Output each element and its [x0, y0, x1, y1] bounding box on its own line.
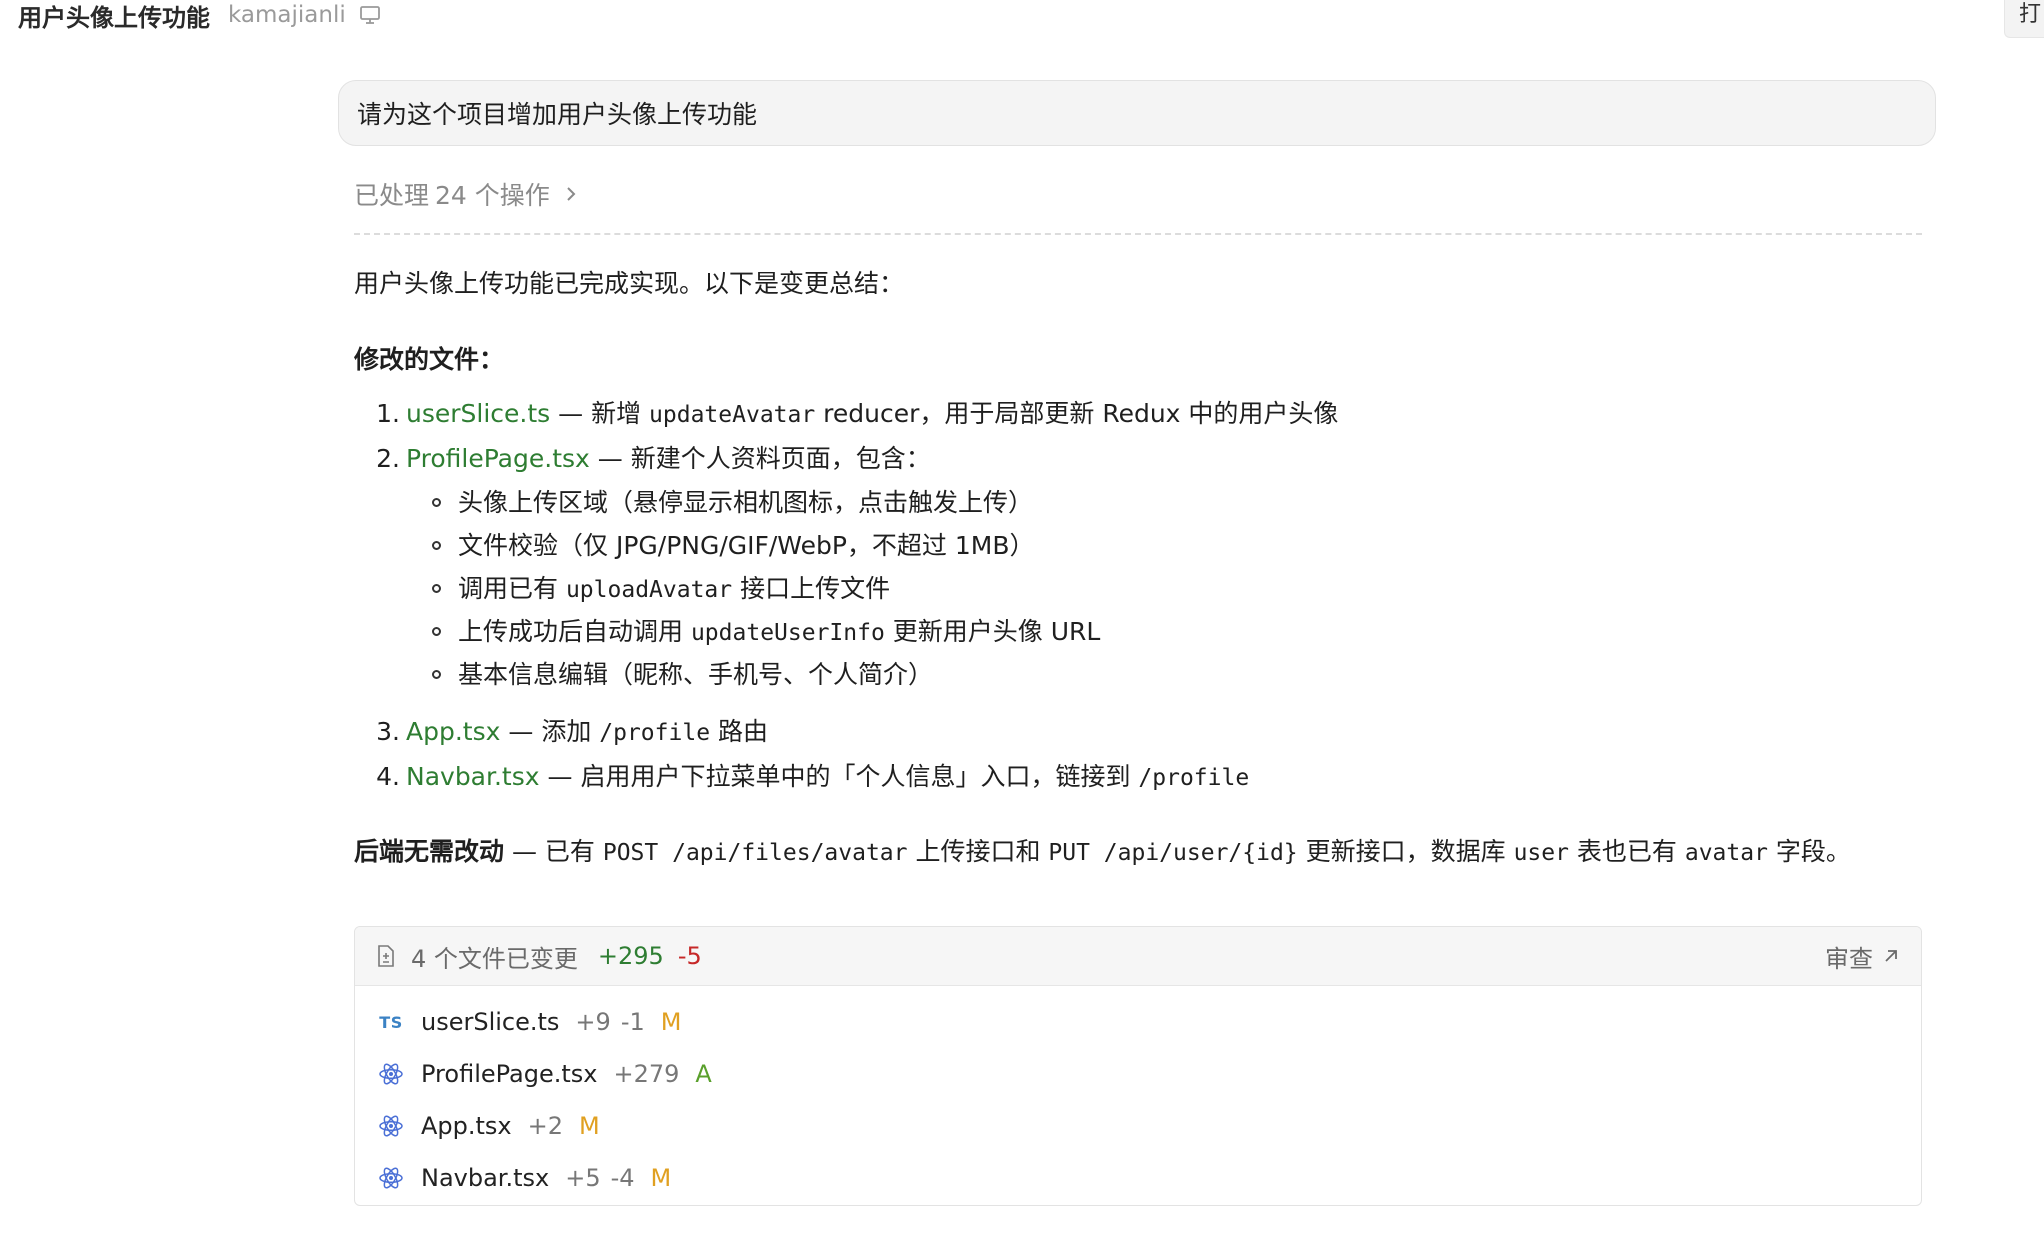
- file-deletions: -4: [610, 1164, 635, 1192]
- backend-text: 字段。: [1767, 837, 1851, 866]
- changed-file-row[interactable]: TS userSlice.ts +9 -1 M: [355, 996, 1921, 1048]
- sub-list-item: 调用已有 uploadAvatar 接口上传文件: [432, 567, 1944, 610]
- list-item-text: — 新建个人资料页面，包含：: [589, 444, 931, 473]
- sub-item-text: 基本信息编辑（昵称、手机号、个人简介）: [458, 660, 934, 689]
- divider: [354, 233, 1922, 235]
- sub-item-text: 文件校验（仅 JPG/PNG/GIF/WebP，不超过 1MB）: [458, 531, 1035, 560]
- file-deletions: -1: [620, 1008, 645, 1036]
- backend-text: — 已有: [504, 837, 603, 866]
- sub-list: 头像上传区域（悬停显示相机图标，点击触发上传） 文件校验（仅 JPG/PNG/G…: [354, 481, 1944, 696]
- sub-list-item: 基本信息编辑（昵称、手机号、个人简介）: [432, 653, 1944, 696]
- inline-code: /profile: [599, 720, 711, 746]
- modified-files-heading: 修改的文件：: [354, 345, 505, 374]
- list-item: 4. Navbar.tsx — 启用用户下拉菜单中的「个人信息」入口，链接到 /p…: [354, 755, 1944, 800]
- processed-operations-toggle[interactable]: 已处理 24 个操作: [354, 176, 578, 212]
- file-additions: +279: [613, 1060, 680, 1088]
- file-link-navbar[interactable]: Navbar.tsx: [406, 762, 540, 791]
- react-icon: [377, 1112, 405, 1140]
- file-additions: +2: [527, 1112, 564, 1140]
- review-button-label: 审查: [1825, 944, 1873, 973]
- inline-code: /profile: [1138, 765, 1250, 791]
- sub-item-text: 接口上传文件: [732, 574, 891, 603]
- review-button[interactable]: 审查: [1825, 927, 1899, 985]
- conversation-header: 用户头像上传功能 kamajianli: [18, 0, 382, 32]
- changed-files-card: 4 个文件已变更 +295 -5 审查 TS userSlice.ts +9 -…: [354, 926, 1922, 1206]
- assistant-response: 用户头像上传功能已完成实现。以下是变更总结： 修改的文件： 1. userSlic…: [354, 262, 1944, 875]
- user-message-text: 请为这个项目增加用户头像上传功能: [357, 100, 758, 129]
- backend-text: 表也已有: [1568, 837, 1685, 866]
- file-diff-icon: [375, 944, 397, 968]
- sub-item-text: 上传成功后自动调用: [458, 617, 691, 646]
- list-item-text: 路由: [710, 717, 768, 746]
- sub-item-text: 更新用户头像 URL: [884, 617, 1101, 646]
- open-button[interactable]: 打: [2004, 0, 2044, 38]
- total-additions: +295: [597, 942, 664, 970]
- processed-count: 24 个操作: [435, 181, 550, 210]
- backend-text: 更新接口，数据库: [1297, 837, 1514, 866]
- arrow-up-right-icon: [1883, 948, 1899, 964]
- open-button-label: 打: [2019, 2, 2042, 27]
- changed-files-list: TS userSlice.ts +9 -1 M ProfilePage.tsx …: [355, 986, 1921, 1204]
- backend-text: 上传接口和: [907, 837, 1049, 866]
- list-item: 3. App.tsx — 添加 /profile 路由: [354, 710, 1944, 755]
- changed-file-row[interactable]: Navbar.tsx +5 -4 M: [355, 1152, 1921, 1204]
- inline-code: updateUserInfo: [690, 620, 885, 646]
- file-status-badge: M: [579, 1112, 600, 1140]
- list-item-text: — 添加: [500, 717, 600, 746]
- inline-code: POST /api/files/avatar: [602, 840, 908, 866]
- ts-badge-text: TS: [379, 1012, 403, 1032]
- chevron-right-icon: [564, 185, 578, 203]
- list-number: 2.: [376, 444, 400, 473]
- sub-list-item: 上传成功后自动调用 updateUserInfo 更新用户头像 URL: [432, 610, 1944, 653]
- repo-name[interactable]: kamajianli: [228, 2, 346, 28]
- changed-file-name: Navbar.tsx: [421, 1164, 550, 1192]
- list-item-text: — 新增: [550, 399, 650, 428]
- inline-code: user: [1513, 840, 1569, 866]
- react-icon: [377, 1060, 405, 1088]
- file-status-badge: A: [695, 1060, 712, 1088]
- sub-item-text: 调用已有: [458, 574, 566, 603]
- changed-file-name: userSlice.ts: [421, 1008, 560, 1036]
- modified-files-list: 1. userSlice.ts — 新增 updateAvatar reducer…: [354, 392, 1944, 800]
- list-item: 2. ProfilePage.tsx — 新建个人资料页面，包含： 头像上传区域（…: [354, 437, 1944, 696]
- typescript-icon: TS: [377, 1008, 405, 1036]
- backend-note: 后端无需改动 — 已有 POST /api/files/avatar 上传接口和…: [354, 830, 1944, 875]
- backend-note-bold: 后端无需改动: [354, 837, 505, 866]
- file-status-badge: M: [660, 1008, 682, 1036]
- inline-code: updateAvatar: [649, 402, 816, 428]
- file-status-badge: M: [650, 1164, 672, 1192]
- user-message: 请为这个项目增加用户头像上传功能: [338, 80, 1936, 146]
- conversation-title: 用户头像上传功能: [18, 3, 210, 32]
- file-additions: +5: [565, 1164, 601, 1192]
- changed-files-summary: 4 个文件已变更: [411, 944, 578, 973]
- changed-file-row[interactable]: App.tsx +2 M: [355, 1100, 1921, 1152]
- changed-file-name: App.tsx: [421, 1112, 512, 1140]
- summary-text: 用户头像上传功能已完成实现。以下是变更总结：: [354, 269, 905, 298]
- list-number: 3.: [376, 717, 400, 746]
- monitor-icon[interactable]: [358, 3, 382, 27]
- inline-code: uploadAvatar: [565, 577, 733, 603]
- list-number: 1.: [376, 399, 400, 428]
- file-link-userslice[interactable]: userSlice.ts: [406, 399, 550, 428]
- list-number: 4.: [376, 762, 400, 791]
- sub-list-item: 头像上传区域（悬停显示相机图标，点击触发上传）: [432, 481, 1944, 524]
- inline-code: avatar: [1684, 840, 1768, 866]
- inline-code: PUT /api/user/{id}: [1048, 840, 1298, 866]
- processed-label: 已处理: [354, 181, 430, 210]
- list-item-text: reducer，用于局部更新 Redux 中的用户头像: [815, 399, 1339, 428]
- sub-list-item: 文件校验（仅 JPG/PNG/GIF/WebP，不超过 1MB）: [432, 524, 1944, 567]
- list-item-text: — 启用用户下拉菜单中的「个人信息」入口，链接到: [539, 762, 1139, 791]
- changed-file-name: ProfilePage.tsx: [421, 1060, 598, 1088]
- react-icon: [377, 1164, 405, 1192]
- changed-file-row[interactable]: ProfilePage.tsx +279 A: [355, 1048, 1921, 1100]
- file-additions: +9: [575, 1008, 611, 1036]
- total-deletions: -5: [677, 942, 702, 970]
- file-link-app[interactable]: App.tsx: [406, 717, 500, 746]
- list-item: 1. userSlice.ts — 新增 updateAvatar reducer…: [354, 392, 1944, 437]
- file-link-profilepage[interactable]: ProfilePage.tsx: [406, 444, 590, 473]
- changed-files-header: 4 个文件已变更 +295 -5 审查: [355, 927, 1921, 986]
- sub-item-text: 头像上传区域（悬停显示相机图标，点击触发上传）: [458, 488, 1034, 517]
